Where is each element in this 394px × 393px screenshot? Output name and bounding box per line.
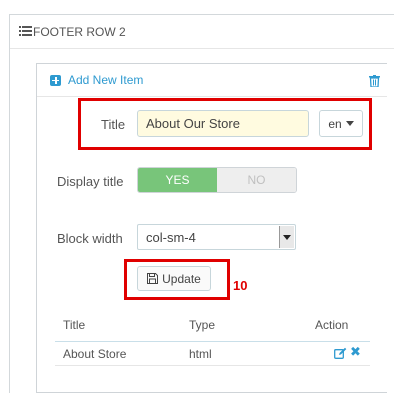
toggle-yes[interactable]: YES <box>138 168 217 192</box>
delete-icon[interactable]: ✖ <box>350 345 362 359</box>
footer-row-panel: FOOTER ROW 2 Add New Item <box>9 14 394 393</box>
column-header-title: Title <box>63 318 86 332</box>
block-width-label: Block width <box>57 231 123 246</box>
row-type-cell: html <box>189 347 212 361</box>
panel-title: FOOTER ROW 2 <box>33 24 126 39</box>
panel-heading: FOOTER ROW 2 <box>10 15 394 49</box>
annotation-number-10: 10 <box>233 278 248 293</box>
add-item-heading[interactable]: Add New Item <box>37 64 387 97</box>
select-arrow[interactable] <box>279 226 294 248</box>
update-button[interactable]: Update <box>137 266 211 291</box>
column-header-action: Action <box>315 318 349 332</box>
column-header-type: Type <box>189 318 216 332</box>
language-value: en <box>328 116 342 131</box>
title-label: Title <box>101 117 126 132</box>
save-icon <box>147 273 159 284</box>
edit-icon[interactable] <box>334 347 347 359</box>
toggle-no[interactable]: NO <box>217 168 296 192</box>
display-title-label: Display title <box>57 174 124 189</box>
display-title-toggle: YES NO <box>137 167 297 193</box>
language-dropdown[interactable]: en <box>319 110 363 137</box>
block-width-value: col-sm-4 <box>146 230 196 245</box>
update-label: Update <box>162 271 201 286</box>
trash-icon[interactable] <box>369 75 380 87</box>
row-title-cell: About Store <box>63 347 127 361</box>
add-new-item-link[interactable]: Add New Item <box>68 73 143 87</box>
plus-square-icon <box>50 74 61 86</box>
caret-down-icon <box>283 234 291 240</box>
title-input[interactable]: About Our Store <box>137 110 309 137</box>
block-width-select[interactable]: col-sm-4 <box>137 224 296 250</box>
list-icon <box>19 25 32 36</box>
caret-down-icon <box>345 121 354 126</box>
